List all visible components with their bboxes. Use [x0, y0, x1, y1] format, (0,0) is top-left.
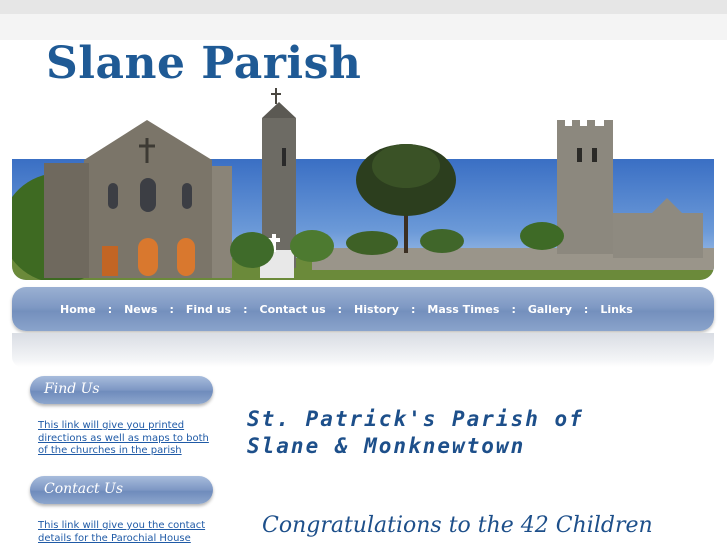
find-us-heading[interactable]: Find Us	[30, 376, 213, 404]
header-banner-image	[12, 88, 714, 280]
nav-links[interactable]: Links	[588, 303, 644, 316]
nav-contact-us[interactable]: Contact us	[248, 303, 338, 316]
parish-heading: St. Patrick's Parish of Slane & Monknewt…	[247, 406, 707, 460]
nav-mass-times[interactable]: Mass Times	[415, 303, 511, 316]
nav-home[interactable]: Home	[48, 303, 108, 316]
find-us-heading-label: Find Us	[44, 381, 100, 397]
congratulations-text: Congratulations to the 42 Children	[262, 513, 653, 538]
main-navigation: Home : News : Find us : Contact us : His…	[12, 287, 714, 331]
contact-us-heading[interactable]: Contact Us	[30, 476, 213, 504]
nav-find-us[interactable]: Find us	[174, 303, 243, 316]
nav-news[interactable]: News	[112, 303, 169, 316]
find-us-link[interactable]: This link will give you printed directio…	[38, 420, 213, 458]
contact-us-link[interactable]: This link will give you the contact deta…	[38, 520, 213, 545]
parish-heading-line2: Slane & Monknewtown	[247, 434, 526, 458]
top-bar	[0, 0, 727, 40]
nav-history[interactable]: History	[342, 303, 411, 316]
contact-us-heading-label: Contact Us	[44, 481, 124, 497]
nav-shadow-bar	[12, 333, 714, 367]
parish-heading-line1: St. Patrick's Parish of	[247, 407, 584, 431]
nav-list: Home : News : Find us : Contact us : His…	[12, 287, 645, 331]
site-title: Slane Parish	[46, 38, 362, 89]
nav-gallery[interactable]: Gallery	[516, 303, 584, 316]
